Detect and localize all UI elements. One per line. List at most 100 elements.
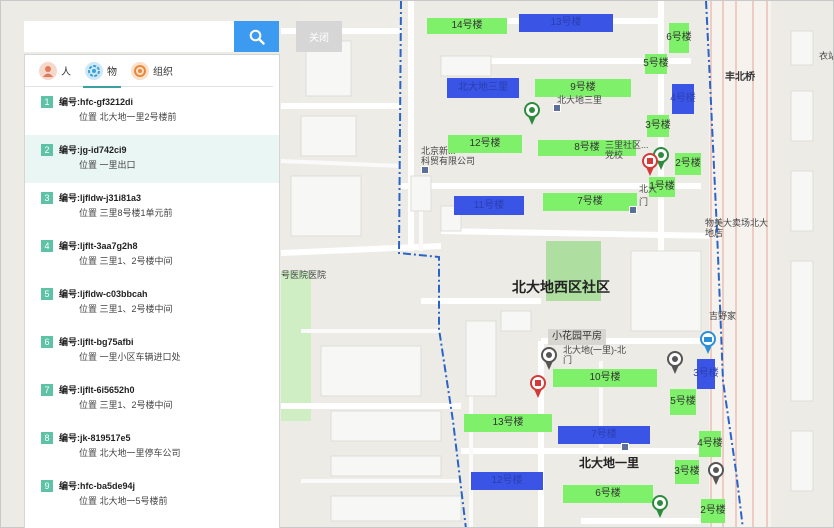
person-icon [39,61,57,80]
building-5-south[interactable]: 5号楼 [670,389,696,415]
device-code: ljflt-6i5652h0 [80,385,135,395]
list-item[interactable]: 3 编号:ljfldw-j31i81a3 位置 三里8号楼1单元前 [25,183,279,231]
location-label: 位置 [79,112,98,122]
poi-label-9: 衣站 [819,51,833,61]
location-label: 位置 [79,208,98,218]
building-2-north[interactable]: 2号楼 [675,153,701,175]
tab-label: 物 [107,67,117,78]
list-item[interactable]: 6 编号:ljflt-bg75afbi 位置 一里小区车辆进口处 [25,327,279,375]
search-button[interactable] [234,21,279,52]
index-badge: 7 [41,384,53,396]
gray-marker-pin[interactable] [540,347,558,371]
community-label: 北大地西区社区 [512,279,610,295]
building-3-north[interactable]: 3号楼 [645,115,671,137]
code-label: 编号: [59,433,80,443]
list-item[interactable]: 7 编号:ljflt-6i5652h0 位置 三里1、2号楼中间 [25,375,279,423]
location-value: 三里1、2号楼中间 [99,304,173,314]
building-6-north[interactable]: 6号楼 [666,23,692,53]
device-code: ljflt-3aa7g2h8 [80,241,138,251]
red-marker-pin[interactable] [529,375,547,399]
list-item[interactable]: 2 编号:jg-id742ci9 位置 一里出口 [25,135,279,183]
building-10[interactable]: 10号楼 [553,369,657,387]
red-marker-pin[interactable] [641,153,659,177]
building-12-south[interactable]: 12号楼 [471,472,543,490]
location-value: 北大地一里停车公司 [99,448,181,458]
poi-label-1: 北大地三里 [557,95,603,105]
green-marker-pin[interactable] [523,102,541,126]
poi-label-12: 门 [639,197,649,207]
tab-label: 组织 [153,67,173,78]
tab-object[interactable]: 物 [83,55,121,88]
building-north-area[interactable]: 北大地三里 [447,78,519,98]
location-label: 位置 [79,304,98,314]
tab-person[interactable]: 人 [39,55,71,87]
building-7-south[interactable]: 7号楼 [558,426,650,444]
garden-label: 小花园平房 [548,329,606,345]
gray-marker-pin[interactable] [707,462,725,486]
list-item[interactable]: 9 编号:hfc-ba5de94j 位置 北大地一5号楼前 [25,471,279,519]
poi-square-icon [629,206,637,214]
location-value: 北大地一5号楼前 [99,496,168,506]
building-14[interactable]: 14号楼 [427,18,507,34]
index-badge: 8 [41,432,53,444]
location-value: 三里1、2号楼中间 [99,400,173,410]
index-badge: 4 [41,240,53,252]
organization-icon [131,61,149,80]
object-icon [85,61,103,80]
index-badge: 2 [41,144,53,156]
device-code: ljfldw-j31i81a3 [80,193,142,203]
search-input[interactable] [24,21,234,52]
building-13-south[interactable]: 13号楼 [464,414,552,432]
green-marker-pin[interactable] [651,495,669,519]
index-badge: 9 [41,480,53,492]
building-6-south[interactable]: 6号楼 [563,485,653,503]
poi-label-4: 吉野家 [709,311,737,321]
code-label: 编号: [59,481,80,491]
list-item[interactable]: 4 编号:ljflt-3aa7g2h8 位置 三里1、2号楼中间 [25,231,279,279]
poi-label-5: 北大地(一里)-北 门 [563,345,626,366]
tab-label: 人 [61,67,71,78]
code-label: 编号: [59,385,80,395]
building-4-south[interactable]: 4号楼 [697,431,723,457]
index-badge: 1 [41,96,53,108]
location-value: 三里8号楼1单元前 [99,208,173,218]
building-5-north[interactable]: 5号楼 [643,54,669,74]
location-label: 位置 [79,256,98,266]
building-11[interactable]: 11号楼 [454,196,524,215]
building-13-north[interactable]: 13号楼 [519,14,613,32]
device-code: jg-id742ci9 [80,145,127,155]
building-3-south[interactable]: 3号楼 [674,460,700,484]
building-7-north[interactable]: 7号楼 [543,193,637,211]
device-code: hfc-ba5de94j [80,481,136,491]
tab-organization[interactable]: 组织 [131,55,173,87]
category-tabs: 人 物 组织 [25,55,273,88]
list-item[interactable]: 1 编号:hfc-gf3212di 位置 北大地一里2号楼前 [25,87,279,135]
code-label: 编号: [59,241,80,251]
building-4-north[interactable]: 4号楼 [670,84,696,114]
poi-square-icon [421,166,429,174]
list-item[interactable]: 5 编号:ljfldw-c03bbcah 位置 三里1、2号楼中间 [25,279,279,327]
device-code: ljfldw-c03bbcah [80,289,148,299]
close-button[interactable]: 关闭 [296,21,342,52]
location-label: 位置 [79,496,98,506]
location-label: 位置 [79,352,98,362]
building-2-south[interactable]: 2号楼 [700,499,726,523]
code-label: 编号: [59,193,80,203]
result-list: 1 编号:hfc-gf3212di 位置 北大地一里2号楼前 2 编号:jg-i… [25,87,279,519]
poi-label-3: 物美大卖场北大 地店 [705,218,769,239]
poi-label-6: 号医院医院 [281,270,327,280]
building-3-east[interactable]: 3号楼 [693,359,719,389]
index-badge: 5 [41,288,53,300]
area-label-first: 北大地一里 [579,456,640,470]
gray-marker-pin[interactable] [666,351,684,375]
location-label: 位置 [79,160,98,170]
poi-label-11: 北大 [639,184,658,194]
road-label: 丰北桥 [725,72,755,83]
poi-square-icon [621,443,629,451]
search-icon [249,29,265,45]
location-label: 位置 [79,448,98,458]
list-item[interactable]: 8 编号:jk-819517e5 位置 北大地一里停车公司 [25,423,279,471]
device-code: hfc-gf3212di [80,97,134,107]
camera-marker-pin[interactable] [699,331,717,355]
location-value: 三里1、2号楼中间 [99,256,173,266]
